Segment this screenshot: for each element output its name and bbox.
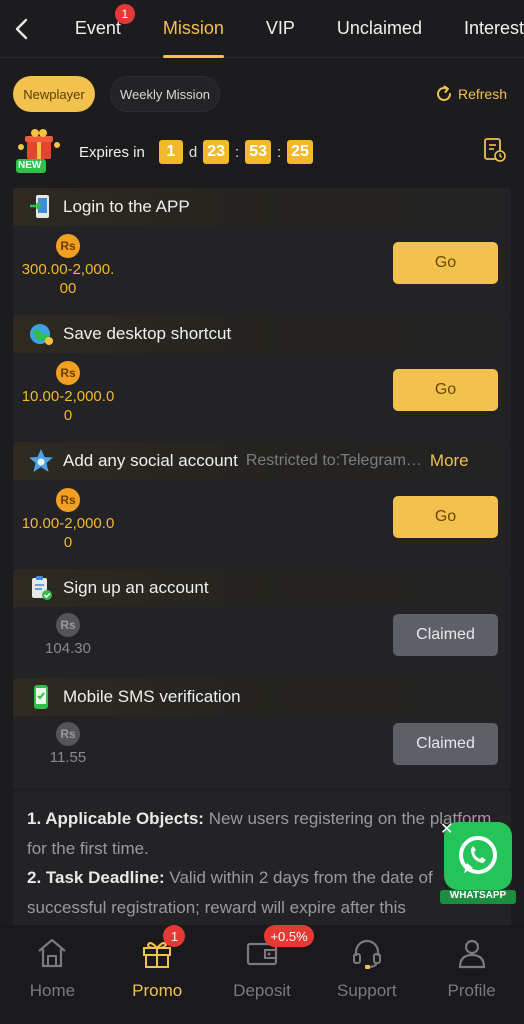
rupee-coin-icon: Rs bbox=[56, 613, 80, 637]
expires-label: Expires in bbox=[79, 143, 145, 161]
new-badge-text: NEW bbox=[18, 160, 42, 171]
countdown-day-unit: d bbox=[188, 143, 198, 161]
nav-label: Support bbox=[337, 981, 397, 1000]
tab-label: Mission bbox=[162, 18, 224, 38]
chevron-left-icon bbox=[16, 18, 28, 39]
refresh-button[interactable]: Refresh bbox=[434, 76, 507, 112]
go-button[interactable]: Go bbox=[393, 496, 498, 538]
rules-section: 1. Applicable Objects: New users registe… bbox=[13, 790, 511, 930]
headset-icon bbox=[347, 933, 387, 973]
rupee-coin-icon: Rs bbox=[56, 234, 80, 258]
rule-1-title: 1. Applicable Objects: bbox=[27, 809, 204, 828]
nav-label: Home bbox=[29, 981, 76, 1000]
rupee-coin-icon: Rs bbox=[56, 722, 80, 746]
task-title: Mobile SMS verification bbox=[63, 687, 241, 706]
home-icon bbox=[32, 933, 72, 973]
social-star-icon bbox=[27, 447, 55, 475]
task-header: Login to the APP bbox=[13, 188, 511, 226]
new-gift-icon: NEW bbox=[13, 127, 65, 177]
task-reward: Rs 104.30 bbox=[13, 613, 123, 658]
nav-label: Promo bbox=[132, 981, 183, 1000]
nav-badge: 1 bbox=[163, 925, 186, 947]
expires-row: NEW Expires in 1 d 23 : 53 : 25 bbox=[13, 127, 511, 177]
task-header: Sign up an account bbox=[13, 569, 511, 607]
tab-badge: 1 bbox=[114, 3, 135, 24]
subtab-newplayer[interactable]: Newplayer bbox=[13, 76, 95, 112]
task-header: Add any social account Restricted to:Tel… bbox=[13, 442, 511, 480]
tab-bar: Event 1 Mission VIP Unclaimed Interest bbox=[43, 0, 524, 58]
task-reward: Rs 300.00-2,000.00 bbox=[13, 234, 123, 298]
tab-event[interactable]: Event 1 bbox=[74, 0, 135, 58]
tab-interest[interactable]: Interest bbox=[464, 0, 524, 58]
tab-label: Unclaimed bbox=[336, 18, 422, 38]
whatsapp-float-button[interactable]: ✕ WHATSAPP bbox=[440, 818, 518, 904]
countdown-seconds: 25 bbox=[287, 140, 313, 164]
task-restriction: Restricted to:Telegram… bbox=[245, 452, 422, 469]
nav-profile[interactable]: Profile bbox=[419, 925, 524, 1024]
rupee-coin-icon: Rs bbox=[56, 488, 80, 512]
task-title: Login to the APP bbox=[63, 197, 190, 216]
claimed-button[interactable]: Claimed bbox=[393, 614, 498, 656]
user-icon bbox=[452, 933, 492, 973]
nav-badge: +0.5% bbox=[264, 925, 315, 947]
claimed-button[interactable]: Claimed bbox=[393, 723, 498, 765]
refresh-icon bbox=[437, 85, 451, 101]
countdown-sep: : bbox=[235, 143, 240, 161]
reward-amount: 104.30 bbox=[45, 640, 91, 657]
task-title: Sign up an account bbox=[63, 578, 209, 597]
reward-amount: 10.00-2,000.00 bbox=[21, 515, 115, 551]
sub-tab-bar: Newplayer Weekly Mission Refresh bbox=[13, 76, 511, 112]
close-icon[interactable]: ✕ bbox=[440, 822, 456, 838]
tab-unclaimed[interactable]: Unclaimed bbox=[337, 0, 422, 58]
bottom-nav: Home 1 Promo +0.5% Deposit Support Profi… bbox=[0, 925, 524, 1024]
nav-label: Profile bbox=[447, 981, 496, 1000]
nav-label: Deposit bbox=[233, 981, 291, 1000]
refresh-label: Refresh bbox=[457, 86, 507, 102]
countdown-hours: 23 bbox=[203, 140, 229, 164]
go-button[interactable]: Go bbox=[393, 369, 498, 411]
clipboard-check-icon bbox=[27, 574, 55, 602]
rupee-coin-icon: Rs bbox=[56, 361, 80, 385]
reward-amount: 11.55 bbox=[49, 749, 87, 766]
globe-shortcut-icon bbox=[27, 320, 55, 348]
nav-home[interactable]: Home bbox=[0, 925, 105, 1024]
nav-promo[interactable]: 1 Promo bbox=[105, 925, 210, 1024]
reward-amount: 300.00-2,000.00 bbox=[21, 261, 115, 297]
task-header: Save desktop shortcut bbox=[13, 315, 511, 353]
tab-label: VIP bbox=[265, 18, 295, 38]
task-title: Save desktop shortcut bbox=[63, 324, 232, 343]
task-card-desktop-shortcut: Save desktop shortcut Rs 10.00-2,000.00 … bbox=[13, 315, 511, 443]
countdown-days: 1 bbox=[158, 140, 183, 164]
reward-amount: 10.00-2,000.00 bbox=[21, 388, 115, 424]
task-card-sign-up: Sign up an account Rs 104.30 Claimed bbox=[13, 569, 511, 680]
task-card-social-account: Add any social account Restricted to:Tel… bbox=[13, 442, 511, 570]
tab-label: Interest bbox=[463, 18, 524, 38]
task-card-sms-verification: Mobile SMS verification Rs 11.55 Claimed bbox=[13, 678, 511, 789]
subtab-weekly-mission[interactable]: Weekly Mission bbox=[110, 76, 220, 112]
countdown-sep: : bbox=[276, 143, 282, 161]
countdown-minutes: 53 bbox=[245, 140, 271, 164]
tab-vip[interactable]: VIP bbox=[266, 0, 295, 58]
nav-support[interactable]: Support bbox=[314, 925, 419, 1024]
more-link[interactable]: More bbox=[430, 451, 469, 471]
nav-deposit[interactable]: +0.5% Deposit bbox=[210, 925, 315, 1024]
task-card-login-app: Login to the APP Rs 300.00-2,000.00 Go bbox=[13, 188, 511, 316]
rule-2-title: 2. Task Deadline: bbox=[27, 868, 165, 887]
top-nav: Event 1 Mission VIP Unclaimed Interest bbox=[0, 0, 524, 58]
task-header: Mobile SMS verification bbox=[13, 678, 511, 716]
tab-label: Event bbox=[74, 18, 121, 38]
task-reward: Rs 10.00-2,000.00 bbox=[13, 361, 123, 425]
phone-sms-icon bbox=[27, 683, 55, 711]
tab-mission[interactable]: Mission bbox=[162, 0, 224, 58]
task-reward: Rs 11.55 bbox=[13, 722, 123, 767]
task-title: Add any social account bbox=[63, 451, 238, 470]
whatsapp-label: WHATSAPP bbox=[440, 890, 516, 904]
rules-document-icon[interactable] bbox=[481, 137, 507, 168]
phone-login-icon bbox=[27, 193, 55, 221]
go-button[interactable]: Go bbox=[393, 242, 498, 284]
task-reward: Rs 10.00-2,000.00 bbox=[13, 488, 123, 552]
back-button[interactable] bbox=[0, 0, 43, 58]
